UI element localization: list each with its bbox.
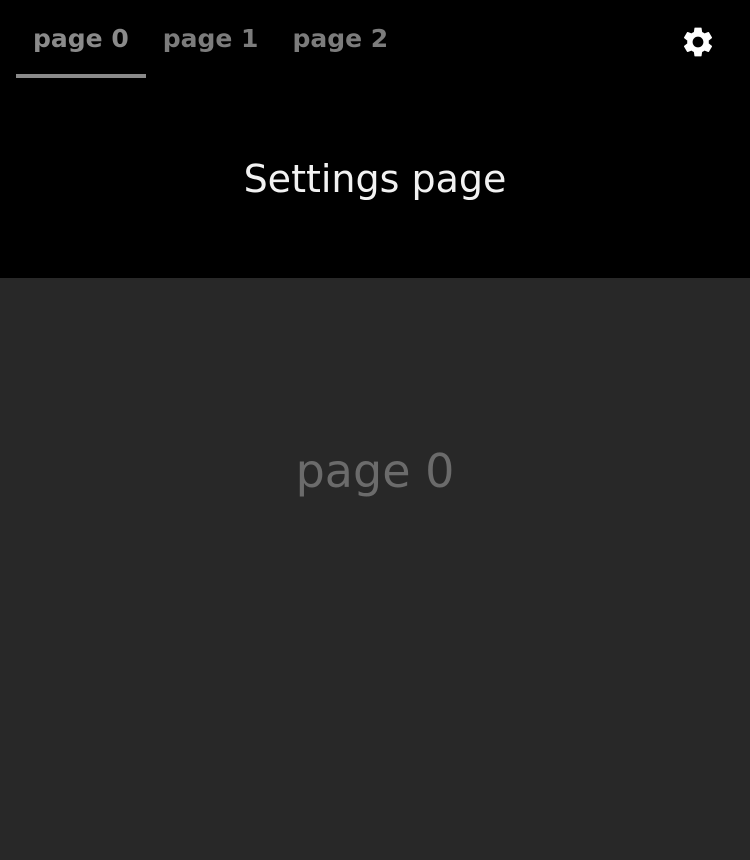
main-content: page 0 <box>0 278 750 860</box>
app-header: page 0 page 1 page 2 Settings page <box>0 0 750 278</box>
tab-page-1[interactable]: page 1 <box>146 0 276 78</box>
gear-icon <box>680 24 716 60</box>
tab-label: page 2 <box>292 24 389 53</box>
tab-page-0[interactable]: page 0 <box>16 0 146 78</box>
page-title: Settings page <box>243 157 507 201</box>
tab-label: page 1 <box>162 24 259 53</box>
tab-bar: page 0 page 1 page 2 <box>16 0 405 78</box>
active-tab-indicator <box>16 74 146 78</box>
current-page-label: page 0 <box>295 444 455 498</box>
tab-page-2[interactable]: page 2 <box>275 0 405 78</box>
tab-label: page 0 <box>33 24 129 53</box>
settings-button[interactable] <box>677 21 719 63</box>
